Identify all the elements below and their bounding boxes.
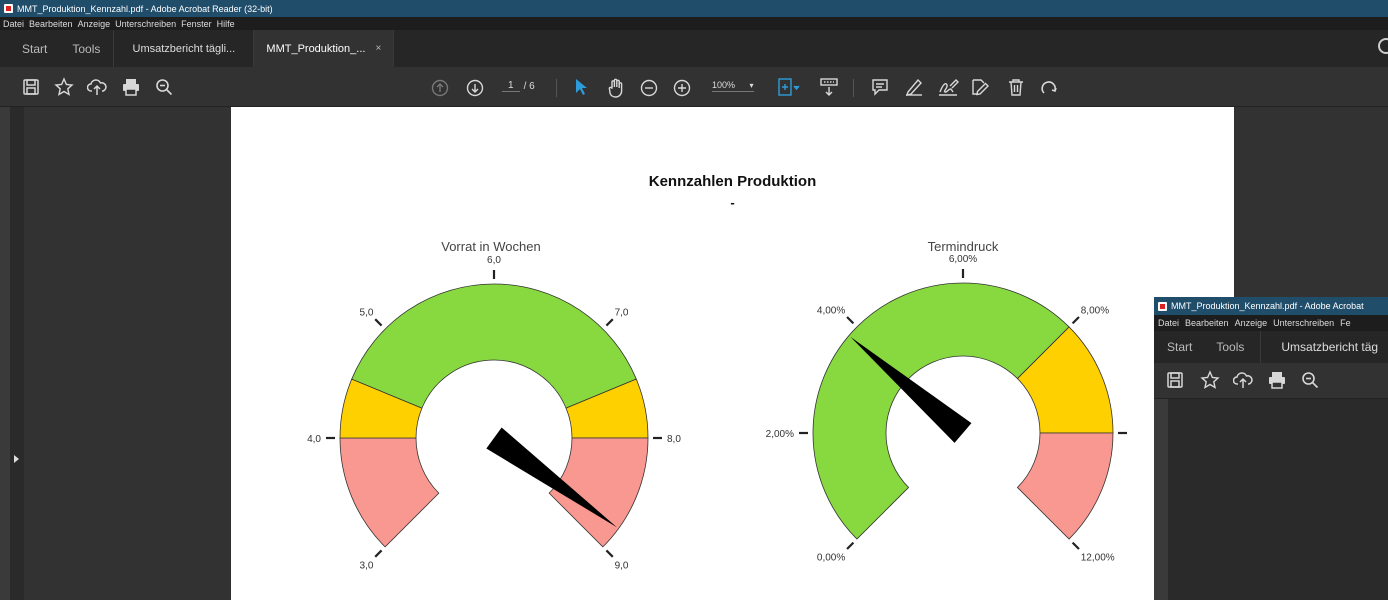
- tab-mmt-produktion-label: MMT_Produktion_...: [266, 42, 366, 55]
- save-icon[interactable]: [22, 78, 40, 96]
- toolbar-divider: [853, 79, 854, 97]
- menu-bar: Datei Bearbeiten Anzeige Unterschreiben …: [0, 17, 1388, 30]
- chevron-down-icon: ▾: [749, 81, 754, 90]
- gauge-tick-label: 0,00%: [817, 553, 845, 564]
- tab-close-icon[interactable]: ×: [375, 43, 381, 54]
- highlight-pen-icon[interactable]: [904, 78, 924, 96]
- comment-icon[interactable]: [871, 78, 889, 96]
- gauge-band: [339, 437, 440, 548]
- gauge-tick-label: 9,0: [615, 561, 629, 572]
- gauge-tick-label: 6,00%: [949, 254, 977, 265]
- expand-panel-arrow-icon[interactable]: [14, 455, 19, 463]
- page-total: / 6: [523, 80, 535, 92]
- sign-icon[interactable]: [937, 78, 959, 96]
- gauge-band: [351, 283, 637, 409]
- gauge-tick-label: 4,00%: [817, 305, 845, 316]
- tab-start[interactable]: Start: [1167, 340, 1192, 354]
- gauge-tick: [605, 318, 614, 327]
- tab-tools[interactable]: Tools: [1216, 331, 1262, 363]
- gauge-tick: [605, 549, 614, 558]
- menu-unterschreiben[interactable]: Unterschreiben: [115, 19, 176, 29]
- left-pane-strip: [0, 107, 10, 600]
- bookmark-star-icon[interactable]: [54, 77, 74, 97]
- upload-cloud-icon[interactable]: [1233, 371, 1253, 389]
- page-navigator: 1 / 6: [502, 80, 535, 92]
- fit-page-icon[interactable]: [777, 78, 801, 96]
- gauge-tick: [1071, 541, 1080, 550]
- zoom-search-icon[interactable]: [1301, 371, 1319, 389]
- gauge-tick: [846, 541, 855, 550]
- second-acrobat-window[interactable]: MMT_Produktion_Kennzahl.pdf - Adobe Acro…: [1154, 297, 1388, 600]
- menu-fenster[interactable]: Fenster: [181, 19, 212, 29]
- acrobat-icon: [4, 4, 13, 13]
- save-icon[interactable]: [1166, 371, 1184, 389]
- previous-page-icon[interactable]: [431, 79, 449, 97]
- zoom-out-icon[interactable]: [640, 79, 658, 97]
- edit-pdf-icon[interactable]: [970, 77, 990, 97]
- second-window-title: MMT_Produktion_Kennzahl.pdf - Adobe Acro…: [1171, 301, 1364, 311]
- menu-unterschreiben[interactable]: Unterschreiben: [1273, 318, 1334, 328]
- gauge-tick-label: 6,0: [487, 255, 501, 266]
- main-toolbar: [0, 67, 1388, 107]
- tab-tools[interactable]: Tools: [59, 30, 115, 67]
- menu-anzeige[interactable]: Anzeige: [78, 19, 111, 29]
- menu-hilfe[interactable]: Hilfe: [217, 19, 235, 29]
- left-panel: [10, 107, 24, 600]
- gauge-tick-label: 7,0: [615, 307, 629, 318]
- print-icon[interactable]: [122, 78, 140, 96]
- gauge-tick-label: 8,0: [667, 434, 681, 445]
- gauge-band: [1016, 432, 1114, 540]
- gauge-charts: 3,0 4,0 5,0 6,0 7,0 8,0 9,0 0,00% 2,00% 4,00% 6,00…: [307, 254, 1127, 572]
- bookmark-star-icon[interactable]: [1200, 370, 1220, 390]
- print-icon[interactable]: [1268, 371, 1286, 389]
- second-window-titlebar: MMT_Produktion_Kennzahl.pdf - Adobe Acro…: [1154, 297, 1388, 315]
- next-page-icon[interactable]: [466, 79, 484, 97]
- window-titlebar: MMT_Produktion_Kennzahl.pdf - Adobe Acro…: [0, 0, 1388, 17]
- gauge-tick: [1071, 316, 1080, 325]
- gauge-tick-label: 2,00%: [766, 429, 794, 440]
- page-number-input[interactable]: 1: [502, 80, 520, 92]
- second-window-body: [1154, 399, 1388, 600]
- second-window-tabs: Start Tools Umsatzbericht täg: [1154, 331, 1388, 363]
- help-icon[interactable]: [1378, 38, 1388, 54]
- menu-datei[interactable]: Datei: [1158, 318, 1179, 328]
- upload-cloud-icon[interactable]: [87, 78, 107, 96]
- menu-datei[interactable]: Datei: [3, 19, 24, 29]
- menu-bearbeiten[interactable]: Bearbeiten: [29, 19, 73, 29]
- tab-umsatzbericht[interactable]: Umsatzbericht tägli...: [114, 30, 255, 67]
- window-title: MMT_Produktion_Kennzahl.pdf - Adobe Acro…: [17, 3, 273, 14]
- menu-anzeige[interactable]: Anzeige: [1235, 318, 1268, 328]
- gauge-tick: [374, 549, 383, 558]
- gauge-tick-label: 4,0: [307, 434, 321, 445]
- zoom-in-icon[interactable]: [673, 79, 691, 97]
- gauge-tick-label: 5,0: [360, 307, 374, 318]
- select-cursor-icon[interactable]: [574, 78, 588, 96]
- rotate-icon[interactable]: [1040, 78, 1058, 96]
- gauge-tick: [374, 318, 383, 327]
- acrobat-icon: [1158, 301, 1167, 311]
- delete-trash-icon[interactable]: [1007, 78, 1025, 96]
- tab-umsatzbericht[interactable]: Umsatzbericht täg: [1281, 340, 1378, 354]
- tab-umsatzbericht-label: Umsatzbericht tägli...: [132, 42, 236, 55]
- zoom-level-dropdown[interactable]: 100% ▾: [712, 80, 754, 92]
- menu-bearbeiten[interactable]: Bearbeiten: [1185, 318, 1229, 328]
- zoom-level-value: 100%: [712, 80, 736, 90]
- gauge-tick-label: 12,00%: [1081, 553, 1115, 564]
- second-window-toolbar: [1154, 363, 1388, 399]
- tab-start[interactable]: Start: [0, 30, 59, 67]
- scroll-mode-icon[interactable]: [819, 77, 839, 97]
- tab-bar: Start Tools Umsatzbericht tägli... MMT_P…: [0, 30, 1388, 67]
- gauge-tick-label: 8,00%: [1081, 305, 1109, 316]
- toolbar-divider: [556, 79, 557, 97]
- pdf-page: Kennzahlen Produktion - Vorrat in Wochen…: [231, 107, 1234, 600]
- gauge-tick: [846, 316, 855, 325]
- hand-tool-icon[interactable]: [607, 78, 625, 98]
- zoom-search-icon[interactable]: [155, 78, 173, 96]
- tab-mmt-produktion[interactable]: MMT_Produktion_... ×: [254, 30, 395, 67]
- gauge-tick-label: 3,0: [360, 561, 374, 572]
- menu-fenster[interactable]: Fe: [1340, 318, 1351, 328]
- second-window-menu: Datei Bearbeiten Anzeige Unterschreiben …: [1154, 315, 1388, 331]
